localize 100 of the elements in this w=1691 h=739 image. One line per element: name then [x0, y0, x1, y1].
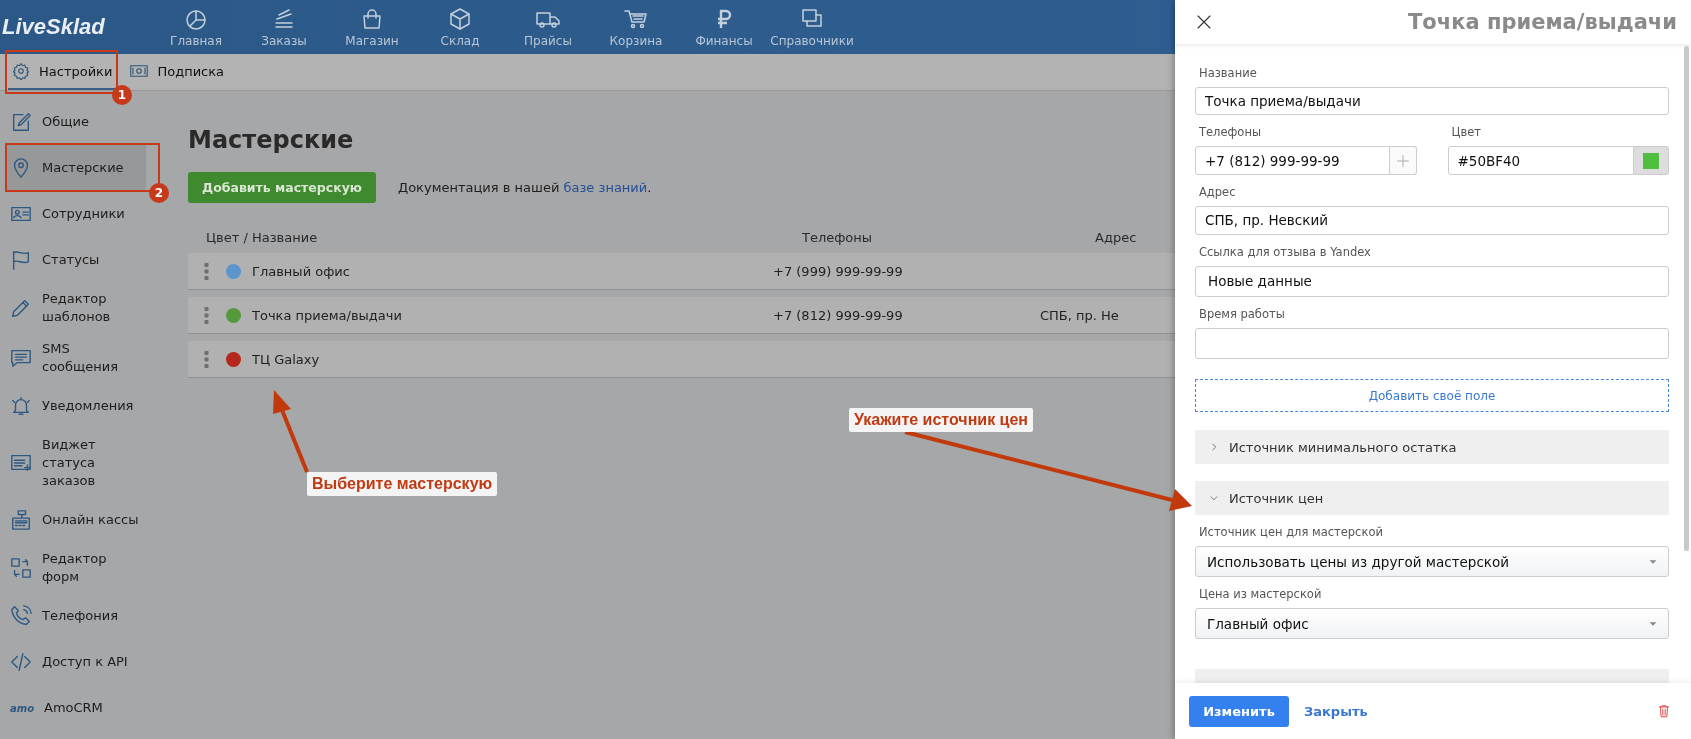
field-label: Телефоны: [1199, 125, 1262, 140]
nav-item[interactable]: Магазин: [328, 0, 416, 54]
sidebar-item[interactable]: amo AmoCRM: [0, 685, 146, 731]
sidebar-item[interactable]: Уведомления: [0, 383, 146, 429]
page-title: Мастерские: [188, 125, 355, 156]
section-title: Источник цен: [1229, 490, 1324, 506]
sidebar-item[interactable]: Доступ к API: [0, 639, 146, 685]
tab-label: Подписка: [157, 63, 225, 79]
sidebar-label: Виджет статуса заказов: [42, 436, 97, 490]
column-header: Цвет / Название: [206, 230, 319, 245]
drag-handle-icon: [204, 350, 209, 368]
field-label: Цена из мастерской: [1199, 587, 1323, 601]
close-icon: [1195, 13, 1213, 31]
name-field[interactable]: Точка приема/выдачи: [1195, 87, 1669, 116]
callout-label: Укажите источник цен: [849, 408, 1033, 432]
settings-icon: [12, 62, 30, 80]
sidebar-label: Уведомления: [42, 397, 134, 415]
sidebar-item[interactable]: Сотрудники: [0, 191, 146, 237]
callout-label: Выберите мастерскую: [307, 472, 498, 496]
code-icon: [10, 651, 32, 673]
panel-title: Точка приема/выдачи: [1408, 10, 1677, 34]
banknote-icon: [130, 62, 149, 80]
nav-item[interactable]: Корзина: [592, 0, 680, 54]
table-cell: СПБ, пр. Не: [1040, 307, 1119, 323]
box-icon: [448, 6, 472, 31]
add-custom-field-button[interactable]: Добавить своё поле: [1195, 379, 1669, 412]
table-row[interactable]: ТЦ Galaxy: [188, 341, 1175, 378]
section-header[interactable]: Источник минимального остатка: [1195, 430, 1669, 464]
bag-icon: [360, 6, 384, 31]
sidebar-label: AmoCRM: [44, 699, 103, 717]
color-swatch: [1643, 152, 1660, 169]
field-label: Название: [1199, 66, 1258, 80]
nav-item[interactable]: Справочники: [768, 0, 856, 54]
dropdown[interactable]: Использовать цены из другой мастерской: [1195, 546, 1669, 577]
sidebar-label: Мастерские: [42, 159, 124, 177]
nav-item[interactable]: Склад: [416, 0, 504, 54]
field-label: Адрес: [1199, 185, 1237, 200]
working-hours-field[interactable]: [1195, 327, 1669, 359]
nav-item[interactable]: Финансы: [680, 0, 768, 54]
plus-icon: [1394, 152, 1411, 169]
drag-handle-icon: [204, 262, 209, 280]
sidebar-item[interactable]: Мастерские: [6, 145, 146, 191]
sidebar-item[interactable]: Редактор шаблонов: [0, 283, 146, 333]
dropdown[interactable]: Главный офис: [1195, 608, 1669, 639]
nav-item[interactable]: Прайсы: [504, 0, 592, 54]
add-phone-button[interactable]: [1390, 146, 1417, 176]
sidebar-item[interactable]: Статусы: [0, 237, 146, 283]
sidebar-label: SMS сообщения: [42, 340, 120, 376]
tab-label: Настройки: [39, 63, 113, 79]
amo-logo-icon: amo: [10, 702, 34, 714]
field-label: Цвет: [1451, 125, 1482, 140]
sidebar-item[interactable]: Онлайн кассы: [0, 497, 146, 543]
logo[interactable]: LiveSklad: [0, 14, 152, 40]
bell-icon: [10, 395, 32, 417]
field-label: Ссылка для отзыва в Yandex: [1199, 244, 1372, 259]
table-cell-text: Главный офис: [252, 263, 351, 279]
drag-handle-icon: [204, 306, 209, 324]
documentation-text: Документация в нашей базе знаний.: [398, 180, 652, 195]
color-field[interactable]: #50BF40: [1447, 146, 1635, 176]
form-editor-icon: [10, 557, 32, 579]
sidebar-label: Общие: [42, 113, 89, 131]
flag-icon: [10, 249, 32, 271]
review-link-field[interactable]: Новые данные: [1195, 265, 1669, 297]
scrollbar[interactable]: [1684, 46, 1689, 551]
sidebar-item[interactable]: Телефония: [0, 593, 146, 639]
table-row[interactable]: Точка приема/выдачи +7 (812) 999-99-99 СПБ, пр. Не: [188, 297, 1175, 334]
close-link[interactable]: Закрыть: [1304, 703, 1368, 719]
sidebar-label: Сотрудники: [42, 205, 125, 223]
table-cell-text: +7 (999) 999-99-99: [773, 263, 904, 279]
address-field[interactable]: СПБ, пр. Невский: [1195, 206, 1669, 235]
table-row[interactable]: Главный офис +7 (999) 999-99-99: [188, 253, 1175, 290]
column-header: Телефоны: [802, 230, 874, 245]
phone-field[interactable]: +7 (812) 999-99-99: [1195, 146, 1391, 176]
nav-item[interactable]: Заказы: [240, 0, 328, 54]
phone-icon: [10, 605, 32, 627]
pencil-icon: [10, 297, 32, 319]
settings-tab[interactable]: Настройки: [8, 54, 117, 90]
trash-icon: [1657, 703, 1671, 719]
widget-icon: [10, 452, 32, 474]
sidebar-label: Телефония: [42, 607, 119, 625]
column-header: Адрес: [1095, 230, 1137, 245]
nav-item[interactable]: Главная: [152, 0, 240, 54]
cash-register-icon: [10, 509, 32, 531]
field-label: Источник цен для мастерской: [1199, 525, 1384, 539]
sidebar-item[interactable]: SMS сообщения: [0, 333, 146, 383]
edit-icon: [10, 111, 32, 133]
stack-icon: [272, 6, 296, 31]
section-header[interactable]: Источник цен: [1195, 481, 1669, 515]
sidebar-label: Онлайн кассы: [42, 511, 139, 529]
table-cell-text: ТЦ Galaxy: [252, 351, 321, 367]
sidebar-label: Редактор шаблонов: [42, 290, 112, 326]
sidebar-item[interactable]: Виджет статуса заказов: [0, 429, 146, 497]
color-picker-button[interactable]: [1634, 146, 1669, 176]
save-button[interactable]: Изменить: [1189, 695, 1289, 727]
chat-icon: [10, 347, 32, 369]
sidebar-label: Статусы: [42, 251, 100, 269]
sidebar-label: Доступ к API: [42, 653, 128, 671]
sidebar-label: Редактор форм: [42, 550, 108, 586]
sidebar-item[interactable]: Редактор форм: [0, 543, 146, 593]
table-cell-text: +7 (812) 999-99-99: [773, 307, 904, 323]
